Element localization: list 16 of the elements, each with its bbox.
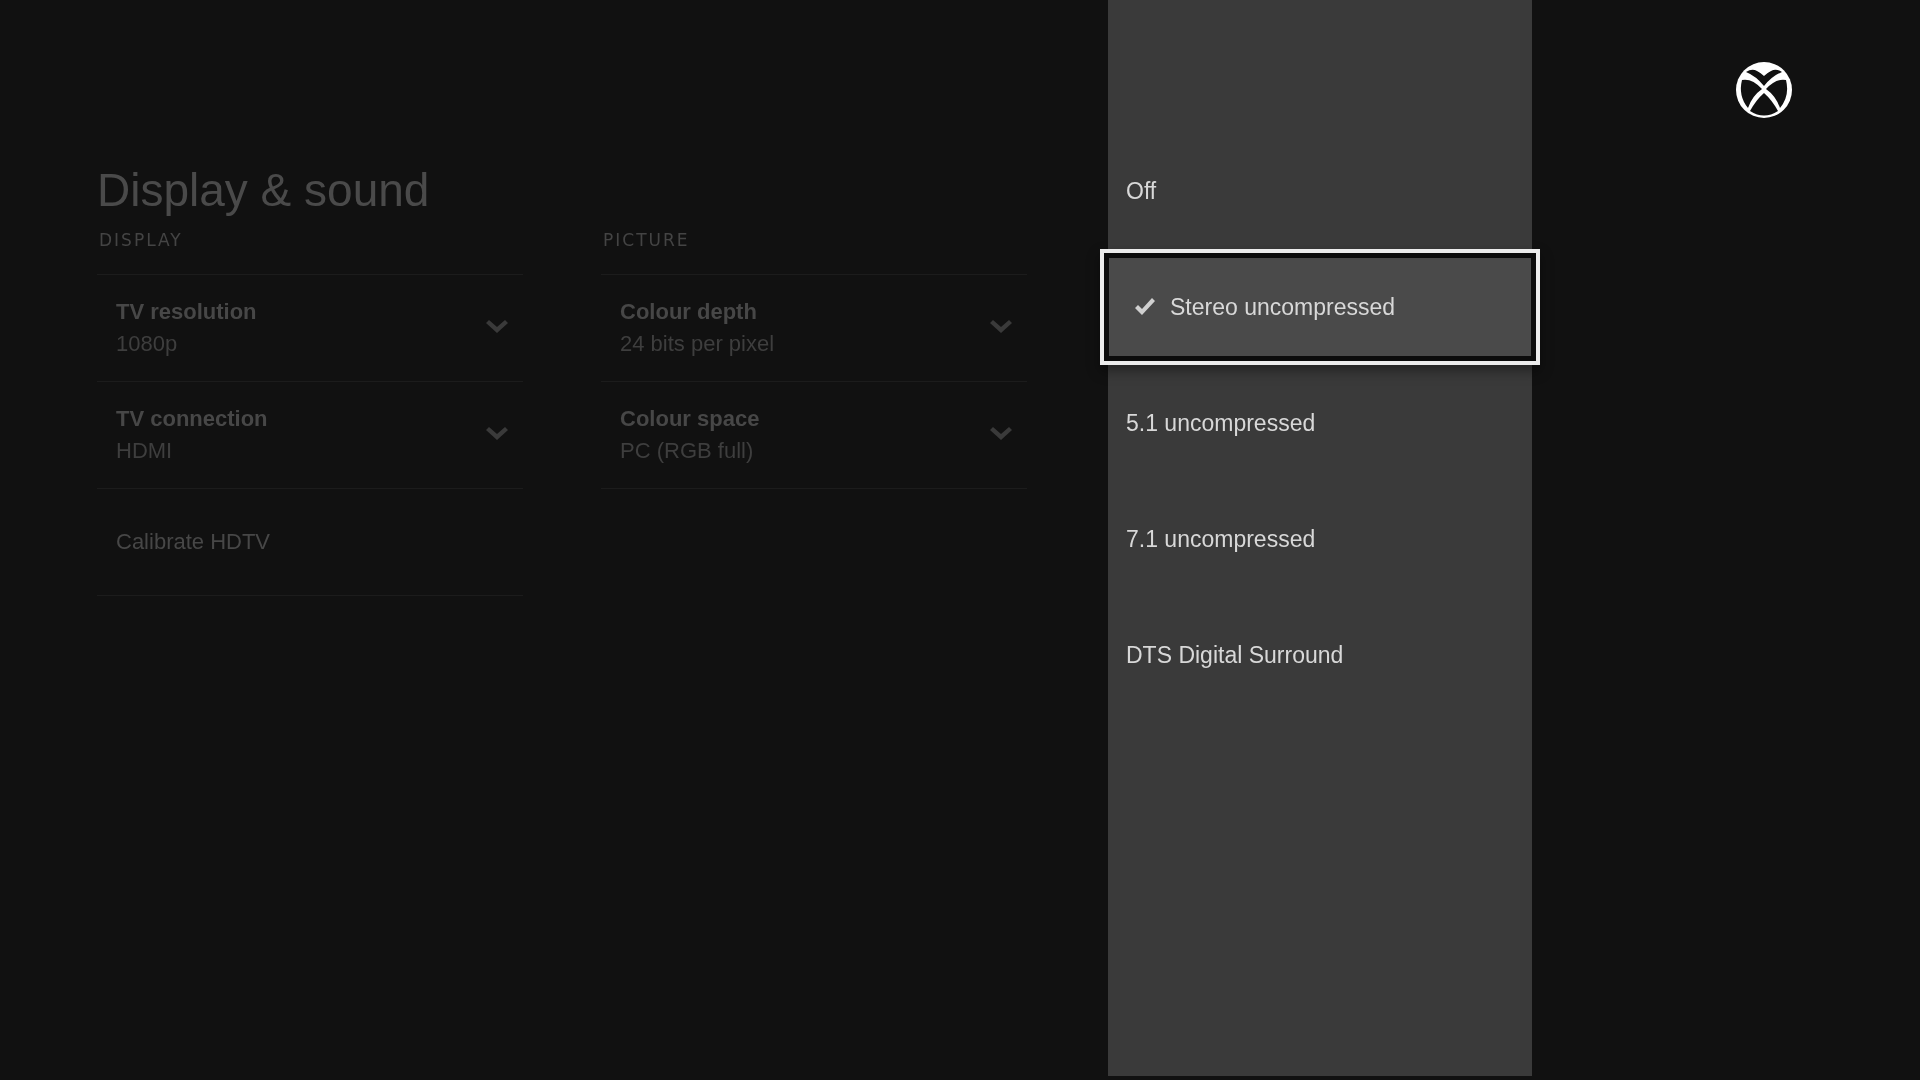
chevron-down-icon: [485, 427, 509, 443]
chevron-down-icon: [485, 320, 509, 336]
option-item[interactable]: DTS Digital Surround: [1108, 597, 1532, 713]
option-item[interactable]: 5.1 uncompressed: [1108, 365, 1532, 481]
xbox-sphere-icon: [1736, 62, 1792, 118]
page-title: Display & sound: [97, 163, 431, 218]
option-label: 5.1 uncompressed: [1126, 409, 1316, 437]
option-label: Stereo uncompressed: [1170, 293, 1395, 321]
chevron-down-icon: [989, 320, 1013, 336]
chevron-down-icon: [989, 427, 1013, 443]
option-item[interactable]: Off: [1108, 133, 1532, 249]
option-item[interactable]: 7.1 uncompressed: [1108, 481, 1532, 597]
option-label: 7.1 uncompressed: [1126, 525, 1316, 553]
option-item[interactable]: Stereo uncompressed: [1100, 249, 1540, 365]
option-label: Off: [1126, 177, 1157, 205]
option-label: DTS Digital Surround: [1126, 641, 1344, 669]
